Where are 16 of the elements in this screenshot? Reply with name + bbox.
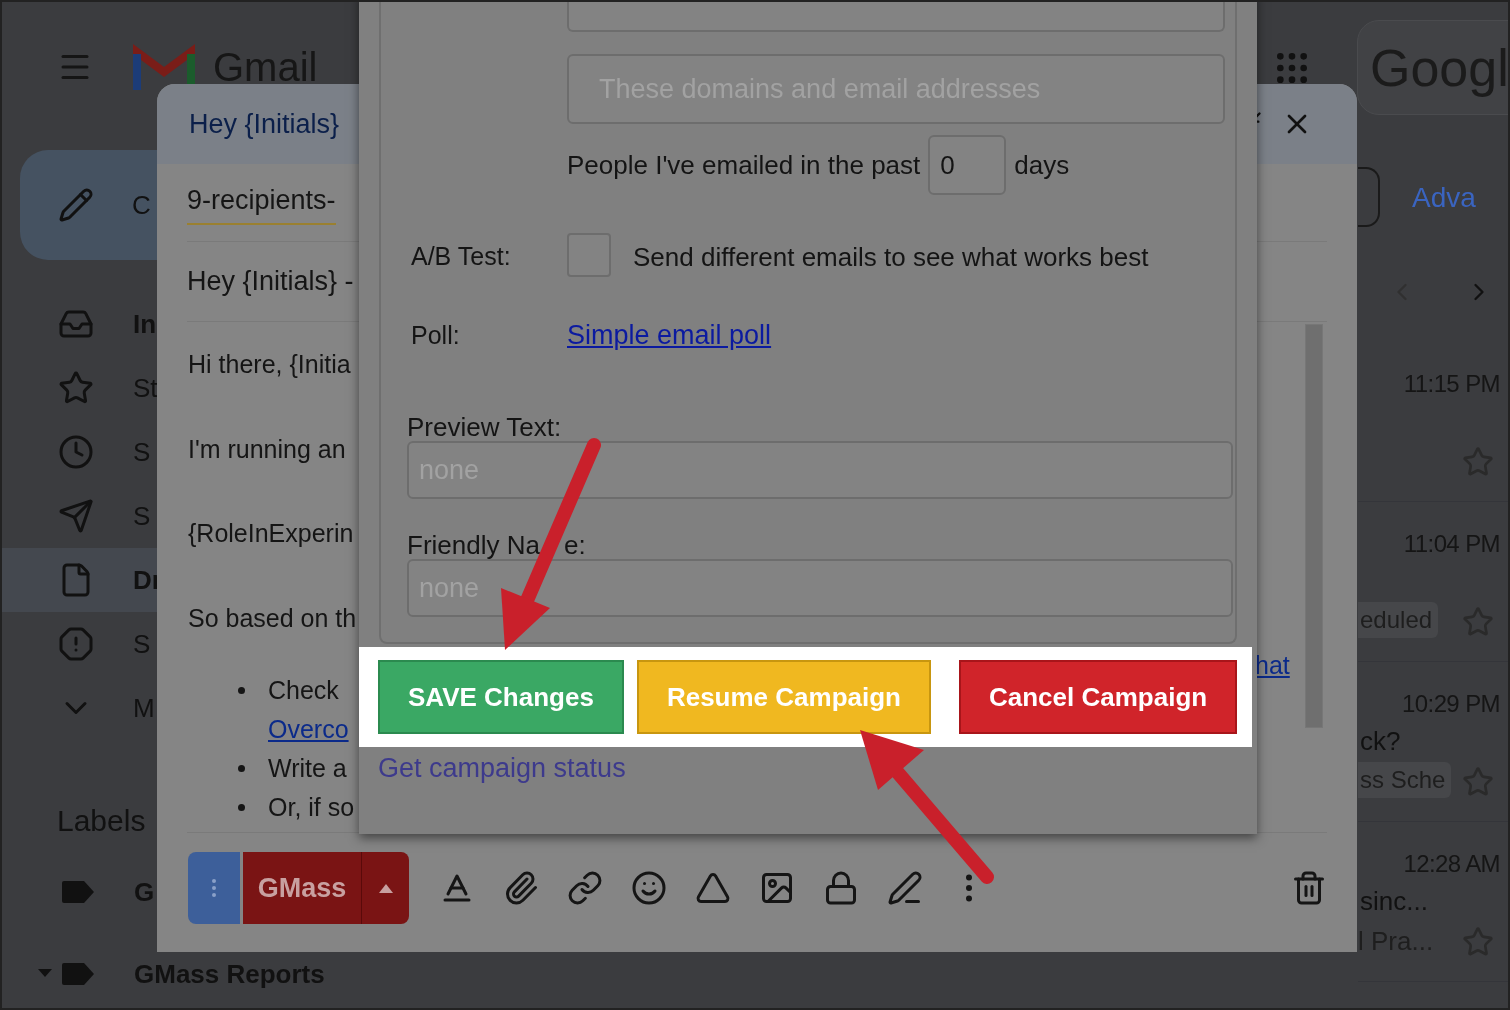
body-text: I'm running an	[188, 433, 346, 465]
ab-test-label: A/B Test:	[411, 241, 511, 272]
compose-title: Hey {Initials}	[189, 107, 340, 141]
bullet-text: Or, if so	[268, 792, 355, 823]
bullet-text: Check	[268, 675, 339, 706]
body-text: So based on th	[188, 602, 357, 634]
body-text: Hi there, {Initia	[188, 349, 351, 380]
preview-text-label: Preview Text:	[407, 411, 562, 444]
days-label: days	[1014, 148, 1070, 182]
ab-test-text: Send different emails to see what works best	[633, 241, 1149, 274]
friendly-name-label: e:	[563, 529, 586, 562]
friendly-name-label: Friendly Na	[407, 529, 540, 562]
poll-label: Poll:	[411, 320, 460, 351]
past-label: People I've emailed in the past	[567, 148, 921, 182]
bullet-text: Write a	[268, 753, 347, 784]
body-text: {RoleInExperin	[188, 518, 354, 549]
